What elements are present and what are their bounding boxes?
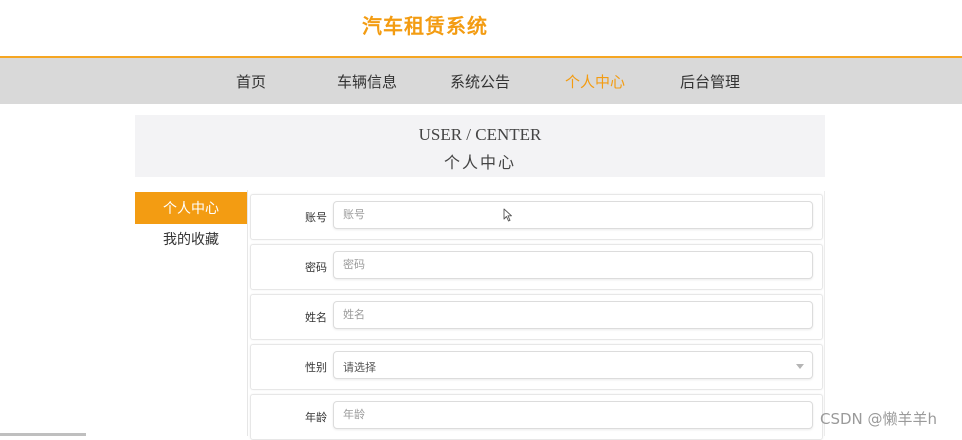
nav-item-vehicles[interactable]: 车辆信息 (337, 71, 397, 92)
gender-label: 性别 (305, 362, 327, 374)
gender-select[interactable]: 请选择 (333, 351, 813, 379)
password-input[interactable] (333, 251, 813, 279)
sidebar-item-favorites[interactable]: 我的收藏 (135, 223, 247, 255)
age-input[interactable] (333, 401, 813, 429)
sidebar-divider (247, 190, 248, 436)
sidebar-item-user-center[interactable]: 个人中心 (135, 192, 247, 224)
age-label: 年龄 (305, 412, 327, 424)
name-label: 姓名 (305, 312, 327, 324)
name-input[interactable] (333, 301, 813, 329)
password-label: 密码 (305, 262, 327, 274)
nav-item-home[interactable]: 首页 (236, 71, 266, 92)
account-label: 账号 (305, 212, 327, 224)
site-title: 汽车租赁系统 (362, 16, 488, 38)
nav-item-announcements[interactable]: 系统公告 (450, 71, 510, 92)
account-input[interactable] (333, 201, 813, 229)
page-banner: USER / CENTER 个人中心 (135, 115, 825, 177)
mouse-pointer-icon (503, 208, 512, 222)
form-row-password: 密码 (250, 244, 823, 290)
chevron-down-icon (796, 364, 804, 369)
nav-item-admin[interactable]: 后台管理 (680, 71, 740, 92)
nav-item-user-center[interactable]: 个人中心 (565, 71, 625, 92)
gender-select-value: 请选择 (343, 362, 376, 374)
form-row-account: 账号 (250, 194, 823, 240)
form-row-age: 年龄 (250, 394, 823, 440)
banner-title-en: USER / CENTER (418, 125, 542, 144)
main-nav: 首页 车辆信息 系统公告 个人中心 后台管理 (0, 56, 962, 104)
banner-title-cn: 个人中心 (443, 155, 516, 172)
form-row-gender: 性别 请选择 (250, 344, 823, 390)
watermark: CSDN @懒羊羊h (820, 410, 938, 428)
form-row-name: 姓名 (250, 294, 823, 340)
